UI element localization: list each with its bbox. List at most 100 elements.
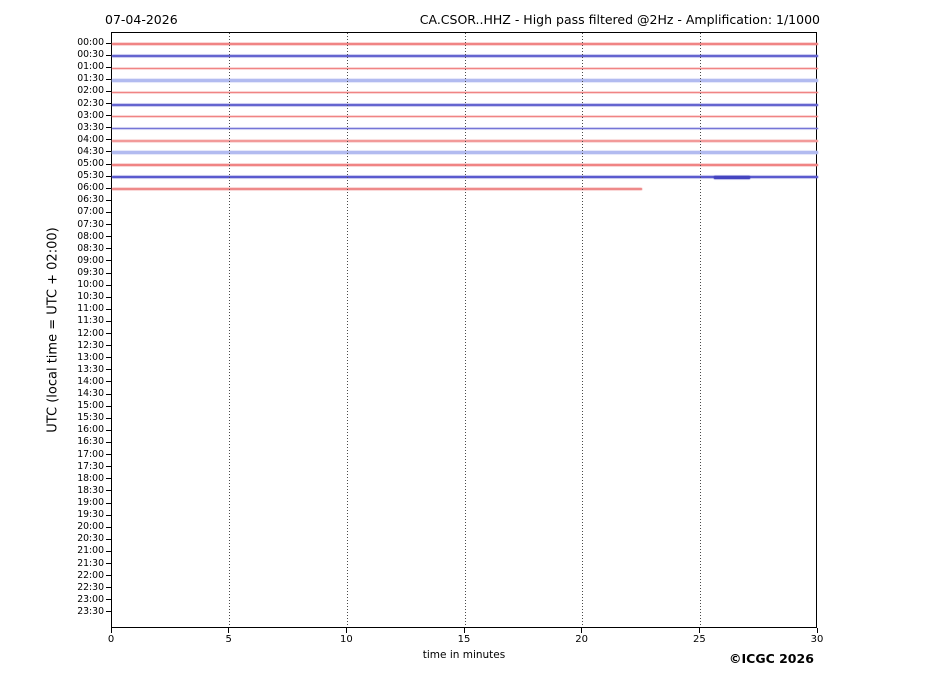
- x-tick: [581, 628, 582, 633]
- y-tick-label: 04:30: [60, 147, 104, 157]
- y-tick-label: 15:30: [60, 413, 104, 423]
- gridline-minute-10: [347, 33, 348, 627]
- y-tick: [106, 490, 111, 491]
- y-tick: [106, 164, 111, 165]
- y-tick: [106, 285, 111, 286]
- x-tick: [346, 628, 347, 633]
- trace-0530-seg0: [714, 176, 749, 179]
- y-tick-label: 08:00: [60, 232, 104, 242]
- x-tick: [817, 628, 818, 633]
- y-tick-label: 07:00: [60, 207, 104, 217]
- y-tick-label: 19:30: [60, 510, 104, 520]
- y-tick-label: 03:00: [60, 111, 104, 121]
- y-tick-label: 22:30: [60, 583, 104, 593]
- y-tick-label: 17:30: [60, 462, 104, 472]
- y-tick: [106, 454, 111, 455]
- y-tick-label: 10:30: [60, 292, 104, 302]
- x-tick-label: 5: [225, 634, 231, 645]
- y-tick-label: 18:00: [60, 474, 104, 484]
- y-tick-label: 06:00: [60, 183, 104, 193]
- x-axis-label: time in minutes: [423, 649, 505, 661]
- y-tick-label: 13:30: [60, 365, 104, 375]
- y-tick: [106, 79, 111, 80]
- y-tick-label: 13:00: [60, 353, 104, 363]
- plot-title: CA.CSOR..HHZ - High pass filtered @2Hz -…: [420, 12, 820, 27]
- x-tick: [699, 628, 700, 633]
- y-tick: [106, 103, 111, 104]
- y-tick: [106, 151, 111, 152]
- y-tick-label: 11:30: [60, 316, 104, 326]
- y-tick: [106, 418, 111, 419]
- x-tick: [228, 628, 229, 633]
- y-tick: [106, 515, 111, 516]
- y-tick-label: 21:30: [60, 559, 104, 569]
- y-tick-label: 22:00: [60, 571, 104, 581]
- y-tick-label: 14:00: [60, 377, 104, 387]
- y-tick-label: 03:30: [60, 123, 104, 133]
- y-axis-label: UTC (local time = UTC + 02:00): [46, 227, 61, 432]
- y-tick: [106, 611, 111, 612]
- y-tick-label: 20:00: [60, 522, 104, 532]
- x-tick-label: 0: [108, 634, 114, 645]
- y-tick: [106, 212, 111, 213]
- x-tick: [464, 628, 465, 633]
- y-tick: [106, 466, 111, 467]
- y-tick: [106, 369, 111, 370]
- seismogram-page: 07-04-2026 CA.CSOR..HHZ - High pass filt…: [0, 0, 927, 696]
- y-tick-label: 04:00: [60, 135, 104, 145]
- y-tick: [106, 539, 111, 540]
- y-tick: [106, 55, 111, 56]
- y-tick: [106, 381, 111, 382]
- y-tick: [106, 587, 111, 588]
- y-tick: [106, 200, 111, 201]
- y-tick-label: 21:00: [60, 546, 104, 556]
- x-tick: [111, 628, 112, 633]
- y-tick: [106, 309, 111, 310]
- y-tick: [106, 563, 111, 564]
- y-tick: [106, 430, 111, 431]
- y-tick: [106, 176, 111, 177]
- y-tick: [106, 236, 111, 237]
- y-tick: [106, 357, 111, 358]
- gridline-minute-15: [465, 33, 466, 627]
- y-tick: [106, 394, 111, 395]
- copyright-label: ©ICGC 2026: [729, 651, 814, 666]
- y-tick-label: 11:00: [60, 304, 104, 314]
- y-tick-label: 01:00: [60, 62, 104, 72]
- y-tick: [106, 127, 111, 128]
- y-tick-label: 12:00: [60, 329, 104, 339]
- gridline-minute-5: [229, 33, 230, 627]
- y-tick: [106, 575, 111, 576]
- y-tick-label: 16:30: [60, 437, 104, 447]
- y-tick: [106, 115, 111, 116]
- y-tick: [106, 260, 111, 261]
- y-tick-label: 18:30: [60, 486, 104, 496]
- trace-0600: [112, 188, 642, 190]
- y-tick: [106, 273, 111, 274]
- y-tick-label: 05:30: [60, 171, 104, 181]
- y-tick: [106, 248, 111, 249]
- y-tick: [106, 67, 111, 68]
- y-tick-label: 09:30: [60, 268, 104, 278]
- y-tick: [106, 503, 111, 504]
- y-tick-label: 14:30: [60, 389, 104, 399]
- y-tick: [106, 551, 111, 552]
- y-tick-label: 08:30: [60, 244, 104, 254]
- gridline-minute-25: [700, 33, 701, 627]
- y-tick-label: 02:00: [60, 86, 104, 96]
- y-tick-label: 23:30: [60, 607, 104, 617]
- y-tick: [106, 91, 111, 92]
- y-tick: [106, 442, 111, 443]
- y-tick: [106, 406, 111, 407]
- date-label: 07-04-2026: [105, 12, 178, 27]
- y-tick: [106, 321, 111, 322]
- y-tick-label: 12:30: [60, 341, 104, 351]
- gridline-minute-20: [582, 33, 583, 627]
- y-tick: [106, 139, 111, 140]
- y-tick: [106, 224, 111, 225]
- x-tick-label: 10: [340, 634, 353, 645]
- x-tick-label: 15: [458, 634, 471, 645]
- y-tick-label: 10:00: [60, 280, 104, 290]
- y-tick-label: 07:30: [60, 220, 104, 230]
- y-tick: [106, 188, 111, 189]
